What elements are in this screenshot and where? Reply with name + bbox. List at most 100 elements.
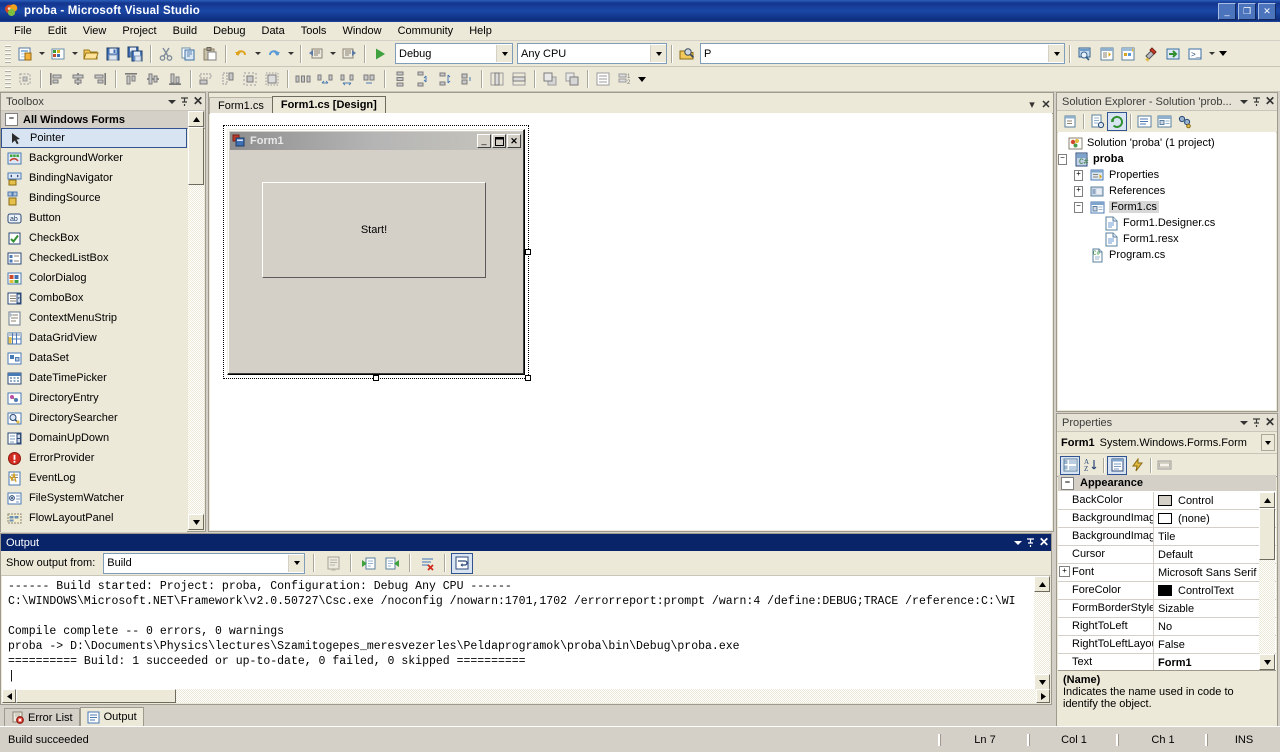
menu-tools[interactable]: Tools [293, 24, 335, 38]
property-row-formborderstyle[interactable]: FormBorderStyle Sizable [1058, 600, 1276, 618]
configuration-combo[interactable]: Debug [395, 43, 513, 64]
menu-data[interactable]: Data [254, 24, 293, 38]
minimize-button[interactable]: _ [1218, 2, 1236, 20]
output-scroll-right-icon[interactable] [1036, 689, 1050, 703]
property-value-cell[interactable]: False [1154, 639, 1276, 651]
clear-all-icon[interactable] [416, 553, 438, 574]
property-pages-icon[interactable] [1154, 456, 1174, 475]
tree-item-solution[interactable]: Solution 'proba' (1 project) [1058, 135, 1276, 151]
toolbox-item-bindingsource[interactable]: BindingSource [1, 188, 187, 208]
property-row-backgroundimage[interactable]: BackgroundImage (none) [1058, 510, 1276, 528]
toolbox-scroll-up-icon[interactable] [188, 111, 204, 127]
property-row-righttoleft[interactable]: RightToLeft No [1058, 618, 1276, 636]
property-row-text[interactable]: Text Form1 [1058, 654, 1276, 670]
toolbox-item-backgroundworker[interactable]: BackgroundWorker [1, 148, 187, 168]
property-value-cell[interactable]: Sizable [1154, 603, 1276, 615]
copy-icon[interactable] [177, 43, 199, 64]
platform-combo[interactable]: Any CPU [517, 43, 667, 64]
alphabetical-icon[interactable]: AZ [1080, 456, 1100, 475]
resize-handle-bottom[interactable] [373, 375, 379, 381]
output-hscroll-thumb[interactable] [16, 689, 176, 703]
toolbox-item-directoryentry[interactable]: DirectoryEntry [1, 388, 187, 408]
command-window-dropdown-icon[interactable] [1206, 43, 1217, 64]
toolbox-menu-icon[interactable] [165, 94, 178, 109]
property-row-righttoleftlayout[interactable]: RightToLeftLayout False [1058, 636, 1276, 654]
tree-item-form1-designer-cs[interactable]: Form1.Designer.cs [1058, 215, 1276, 231]
tree-expander[interactable]: − [1058, 151, 1067, 167]
show-output-from-combo[interactable]: Build [103, 552, 306, 574]
comment-dropdown-icon[interactable] [327, 43, 338, 64]
restore-button[interactable]: ❐ [1238, 2, 1256, 20]
show-output-from-dropdown-icon[interactable] [288, 554, 305, 572]
add-new-item-icon[interactable] [47, 43, 69, 64]
add-new-item-dropdown-icon[interactable] [69, 43, 80, 64]
find-in-files-icon[interactable] [676, 43, 698, 64]
object-browser-icon[interactable] [1118, 43, 1140, 64]
property-row-forecolor[interactable]: ForeColor ControlText [1058, 582, 1276, 600]
find-combo[interactable]: P [700, 43, 1065, 64]
property-value-cell[interactable]: No [1154, 621, 1276, 633]
form1-window[interactable]: Form1 _ ✕ Start! [227, 129, 525, 375]
refresh-icon[interactable] [1107, 112, 1127, 131]
command-window-icon[interactable]: >_ [1184, 43, 1206, 64]
paste-icon[interactable] [199, 43, 221, 64]
form1-close-icon[interactable]: ✕ [507, 134, 521, 148]
menu-file[interactable]: File [6, 24, 40, 38]
solution-tree[interactable]: Solution 'proba' (1 project) − C# proba … [1058, 132, 1276, 410]
properties-scroll-down-icon[interactable] [1259, 654, 1275, 670]
toolbar-overflow-icon[interactable] [1217, 43, 1229, 64]
menu-project[interactable]: Project [114, 24, 164, 38]
toolbox-item-domainupdown[interactable]: DomainUpDown [1, 428, 187, 448]
toolbox-group-expander[interactable]: − [5, 113, 18, 126]
output-scroll-up-icon[interactable] [1034, 576, 1050, 592]
uncomment-icon[interactable] [338, 43, 360, 64]
menu-help[interactable]: Help [461, 24, 500, 38]
properties-menu-icon[interactable] [1237, 415, 1250, 430]
tree-expander-box[interactable]: − [1058, 153, 1067, 165]
layout-toolbar-overflow-icon[interactable] [636, 69, 648, 90]
property-value-cell[interactable]: Microsoft Sans Serif [1154, 567, 1276, 579]
toolbox-item-bindingnavigator[interactable]: BindingNavigator [1, 168, 187, 188]
solution-explorer-icon[interactable] [1074, 43, 1096, 64]
toolbox-scrollbar[interactable] [188, 111, 204, 530]
events-icon[interactable] [1127, 456, 1147, 475]
go-to-previous-icon[interactable] [357, 553, 379, 574]
property-expander[interactable]: + [1059, 566, 1070, 577]
property-value-cell[interactable]: ControlText [1154, 585, 1276, 597]
toolbox-item-flowlayoutpanel[interactable]: FlowLayoutPanel [1, 508, 187, 528]
start-debug-icon[interactable] [369, 43, 391, 64]
layout-toolbar-grip[interactable] [5, 70, 11, 88]
new-project-dropdown-icon[interactable] [36, 43, 47, 64]
output-menu-icon[interactable] [1011, 535, 1024, 550]
solution-explorer-menu-icon[interactable] [1237, 94, 1250, 109]
property-row-backgroundimagelayout[interactable]: BackgroundImageL Tile [1058, 528, 1276, 546]
solution-explorer-close-icon[interactable]: ✕ [1263, 94, 1277, 110]
toolbox-item-eventlog[interactable]: EventLog [1, 468, 187, 488]
tree-item-project-proba[interactable]: − C# proba [1058, 151, 1276, 167]
tab-form1-cs-design[interactable]: Form1.cs [Design] [271, 96, 386, 113]
tree-item-properties[interactable]: + Properties [1058, 167, 1276, 183]
properties-icon[interactable] [1060, 112, 1080, 131]
menu-build[interactable]: Build [165, 24, 205, 38]
toolbox-scroll-thumb[interactable] [188, 127, 204, 185]
toolbox-item-colordialog[interactable]: ColorDialog [1, 268, 187, 288]
form1-start-button[interactable]: Start! [262, 182, 486, 278]
properties-object-selector[interactable]: Form1 System.Windows.Forms.Form [1057, 432, 1277, 454]
document-close-icon[interactable]: ✕ [1039, 96, 1053, 113]
view-code-icon[interactable] [1134, 112, 1154, 131]
toolbox-item-directorysearcher[interactable]: DirectorySearcher [1, 408, 187, 428]
tab-form1-cs[interactable]: Form1.cs [209, 97, 273, 113]
save-all-icon[interactable] [124, 43, 146, 64]
property-value-cell[interactable]: (none) [1154, 513, 1276, 525]
open-file-icon[interactable] [80, 43, 102, 64]
tree-expander[interactable]: + [1074, 183, 1083, 199]
toolbox-item-errorprovider[interactable]: ErrorProvider [1, 448, 187, 468]
property-row-backcolor[interactable]: BackColor Control [1058, 492, 1276, 510]
property-value-cell[interactable]: Control [1154, 495, 1276, 507]
tree-item-form1-resx[interactable]: Form1.resx [1058, 231, 1276, 247]
platform-dropdown-icon[interactable] [650, 45, 666, 62]
tree-item-program-cs[interactable]: C# Program.cs [1058, 247, 1276, 263]
tree-item-form1-cs[interactable]: − Form1.cs [1058, 199, 1276, 215]
toolbox-item-filesystemwatcher[interactable]: FileSystemWatcher [1, 488, 187, 508]
tree-expander-box[interactable]: + [1074, 169, 1083, 181]
